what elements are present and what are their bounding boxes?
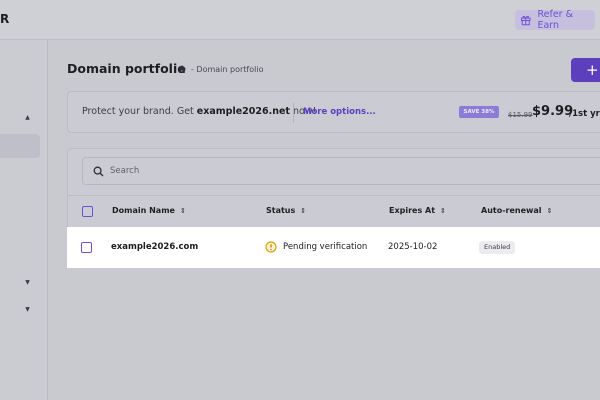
column-domain-name[interactable]: Domain Name ⇕	[112, 206, 186, 215]
add-domain-button[interactable]: +	[571, 58, 600, 82]
more-options-link[interactable]: More options...	[303, 107, 376, 117]
refer-and-earn-label: Refer & Earn	[537, 9, 574, 31]
refer-and-earn-button[interactable]: Refer & Earn	[515, 9, 595, 31]
sort-icon: ⇕	[546, 206, 553, 215]
row-checkbox[interactable]	[81, 242, 92, 253]
promo-domain: example2026.net	[196, 106, 290, 117]
table-row[interactable]: example2026.com Pending verification 202…	[67, 227, 600, 268]
price-period: /1st yr	[569, 109, 600, 119]
column-auto-renewal[interactable]: Auto-renewal ⇕	[481, 206, 552, 215]
chevron-down-icon[interactable]: ▼	[24, 306, 31, 313]
column-auto-renewal-label: Auto-renewal	[481, 206, 542, 215]
promo-divider	[293, 103, 294, 123]
column-domain-name-label: Domain Name	[112, 206, 175, 215]
top-bar: R Refer & Earn	[0, 0, 600, 40]
search-input[interactable]	[110, 166, 410, 176]
status-text: Pending verification	[283, 242, 368, 252]
search-icon	[93, 166, 104, 176]
chevron-down-icon[interactable]: ▼	[24, 279, 31, 286]
promo-text: Protect your brand. Get example2026.net …	[82, 106, 316, 117]
expires-at-cell: 2025-10-02	[388, 242, 438, 252]
column-expires-at[interactable]: Expires At ⇕	[389, 206, 446, 215]
breadcrumb-current: - Domain portfolio	[191, 64, 264, 74]
warning-icon	[265, 241, 277, 253]
select-all-checkbox[interactable]	[82, 206, 93, 217]
sidebar-active-item[interactable]	[0, 134, 40, 158]
column-expires-at-label: Expires At	[389, 206, 436, 215]
home-icon[interactable]	[177, 64, 187, 74]
auto-renewal-badge: Enabled	[479, 241, 516, 254]
sidebar: ▲ ▼ ▼	[0, 40, 48, 400]
save-badge: SAVE 38%	[459, 106, 499, 118]
plus-icon: +	[586, 61, 599, 79]
breadcrumb: - Domain portfolio	[177, 64, 263, 74]
logo[interactable]: R	[0, 12, 9, 26]
sort-icon: ⇕	[300, 206, 307, 215]
page-title: Domain portfolio	[67, 61, 186, 76]
promo-text-prefix: Protect your brand. Get	[82, 106, 197, 117]
column-status[interactable]: Status ⇕	[266, 206, 306, 215]
column-status-label: Status	[266, 206, 296, 215]
sort-icon: ⇕	[179, 206, 186, 215]
search-box	[82, 157, 600, 185]
table-header: Domain Name ⇕ Status ⇕ Expires At ⇕ Auto-re…	[68, 195, 600, 227]
promo-banner: Protect your brand. Get example2026.net …	[67, 91, 600, 133]
sort-icon: ⇕	[440, 206, 446, 215]
domain-name-cell[interactable]: example2026.com	[111, 242, 198, 252]
status-cell: Pending verification	[265, 241, 367, 253]
gift-icon	[520, 15, 531, 26]
chevron-up-icon[interactable]: ▲	[24, 114, 31, 121]
old-price: $15.99	[508, 111, 533, 119]
new-price: $9.99	[532, 104, 574, 119]
